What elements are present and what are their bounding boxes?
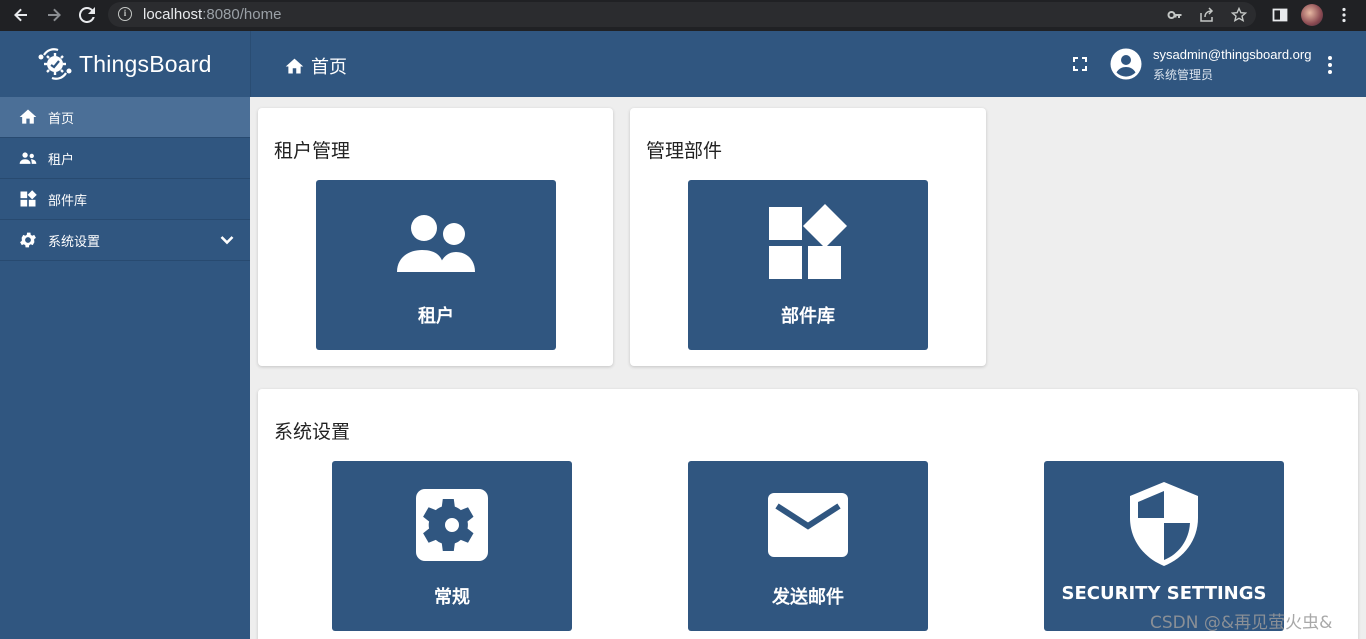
sidebar: 首页 租户 部件库 系统设置 [0,97,250,639]
forward-arrow-icon[interactable] [43,4,65,26]
key-icon[interactable] [1167,7,1183,23]
people-icon [18,148,38,168]
more-vert-icon[interactable] [1321,54,1339,76]
thingsboard-logo-icon[interactable] [36,45,74,83]
fullscreen-icon[interactable] [1071,55,1089,73]
general-settings-tile[interactable]: 常规 [332,461,572,631]
tenants-tile[interactable]: 租户 [316,180,556,350]
chevron-down-icon[interactable] [219,232,235,248]
address-bar[interactable]: i localhost:8080/home [108,2,1256,27]
shield-icon [1044,482,1284,567]
card-title: 租户管理 [274,140,351,162]
reload-icon[interactable] [76,4,98,26]
tile-label: 常规 [434,587,470,608]
tile-label: 租户 [418,306,454,327]
side-panel-icon[interactable] [1270,5,1290,25]
gear-icon [18,230,38,250]
user-email: sysadmin@thingsboard.org [1153,47,1312,62]
sidebar-item-label: 首页 [48,111,75,127]
sidebar-item-system-settings[interactable]: 系统设置 [0,220,250,261]
user-role: 系统管理员 [1153,68,1214,82]
browser-toolbar: i localhost:8080/home [0,0,1366,31]
people-icon [316,202,556,286]
site-info-icon[interactable]: i [118,7,132,21]
system-settings-card: 系统设置 常规 发送邮件 SECURITY SETTINGS [258,389,1358,639]
home-icon [18,107,38,127]
home-icon [285,58,304,73]
tenant-management-card: 租户管理 租户 [258,108,613,366]
tile-label: SECURITY SETTINGS [1061,583,1267,604]
mail-icon [688,483,928,567]
widgets-icon [688,202,928,286]
send-mail-tile[interactable]: 发送邮件 [688,461,928,631]
header-divider [250,31,251,97]
widgets-management-card: 管理部件 部件库 [630,108,986,366]
sidebar-item-label: 部件库 [48,193,88,209]
widgets-library-tile[interactable]: 部件库 [688,180,928,350]
profile-avatar-icon[interactable] [1301,4,1323,26]
sidebar-item-tenants[interactable]: 租户 [0,138,250,179]
brand-name[interactable]: ThingsBoard [79,51,212,78]
share-icon[interactable] [1199,7,1215,23]
card-title: 系统设置 [274,421,351,443]
tile-label: 发送邮件 [772,587,844,608]
gear-icon [332,483,572,567]
sidebar-item-widgets[interactable]: 部件库 [0,179,250,220]
browser-menu-icon[interactable] [1334,5,1354,25]
widgets-icon [18,189,38,209]
watermark: CSDN @&再见萤火虫& [1150,613,1333,633]
app-header: ThingsBoard 首页 sysadmin@thingsboard.org … [0,31,1366,97]
url-text: localhost:8080/home [143,6,282,23]
tile-label: 部件库 [781,306,835,327]
star-icon[interactable] [1231,7,1247,23]
breadcrumb-label: 首页 [311,57,347,78]
sidebar-item-label: 租户 [48,152,75,168]
back-arrow-icon[interactable] [10,4,32,26]
sidebar-item-home[interactable]: 首页 [0,97,250,138]
breadcrumb: 首页 [284,53,347,79]
card-title: 管理部件 [646,140,723,162]
security-settings-tile[interactable]: SECURITY SETTINGS [1044,461,1284,631]
account-circle-icon[interactable] [1110,48,1142,80]
sidebar-item-label: 系统设置 [48,234,101,250]
